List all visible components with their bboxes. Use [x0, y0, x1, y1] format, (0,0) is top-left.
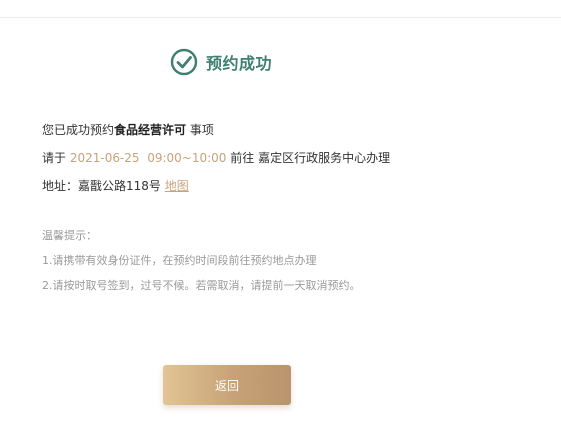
tips-title: 温馨提示： [42, 229, 97, 242]
tips-section: 温馨提示： 1.请携带有效身份证件，在预约时间段前往预约地点办理 2.请按时取号… [42, 223, 542, 298]
tip-item: 1.请携带有效身份证件，在预约时间段前往预约地点办理 [42, 254, 317, 267]
appointment-success-page: 预约成功 您已成功预约食品经营许可 事项 请于 2021-06-25 09:00… [0, 0, 561, 434]
success-header: 预约成功 [170, 48, 272, 76]
success-title: 预约成功 [206, 54, 273, 73]
tip-item: 2.请按时取号签到，过号不候。若需取消，请提前一天取消预约。 [42, 279, 361, 292]
item-name: 食品经营许可 [114, 123, 187, 137]
appointment-item-line: 您已成功预约食品经营许可 事项 [42, 116, 542, 144]
map-link[interactable]: 地图 [165, 179, 189, 193]
appointment-time: 09:00~10:00 [147, 151, 227, 165]
appointment-details: 您已成功预约食品经营许可 事项 请于 2021-06-25 09:00~10:0… [42, 116, 542, 200]
appointment-date: 2021-06-25 [69, 151, 140, 165]
address-line: 地址：嘉戬公路118号 地图 [42, 172, 542, 200]
check-circle-icon [170, 48, 198, 76]
appointment-time-line: 请于 2021-06-25 09:00~10:00 前往 嘉定区行政服务中心办理 [42, 144, 542, 172]
item-prefix: 您已成功预约 [42, 123, 115, 137]
location-name: 嘉定区行政服务中心办理 [258, 151, 391, 165]
time-mid: 前往 [226, 151, 259, 165]
address-value: 嘉戬公路118号 [78, 179, 161, 193]
time-prefix: 请于 [42, 151, 70, 165]
item-suffix: 事项 [186, 123, 214, 137]
top-divider [0, 17, 561, 18]
address-label: 地址： [42, 179, 79, 193]
back-button[interactable]: 返回 [163, 365, 291, 405]
